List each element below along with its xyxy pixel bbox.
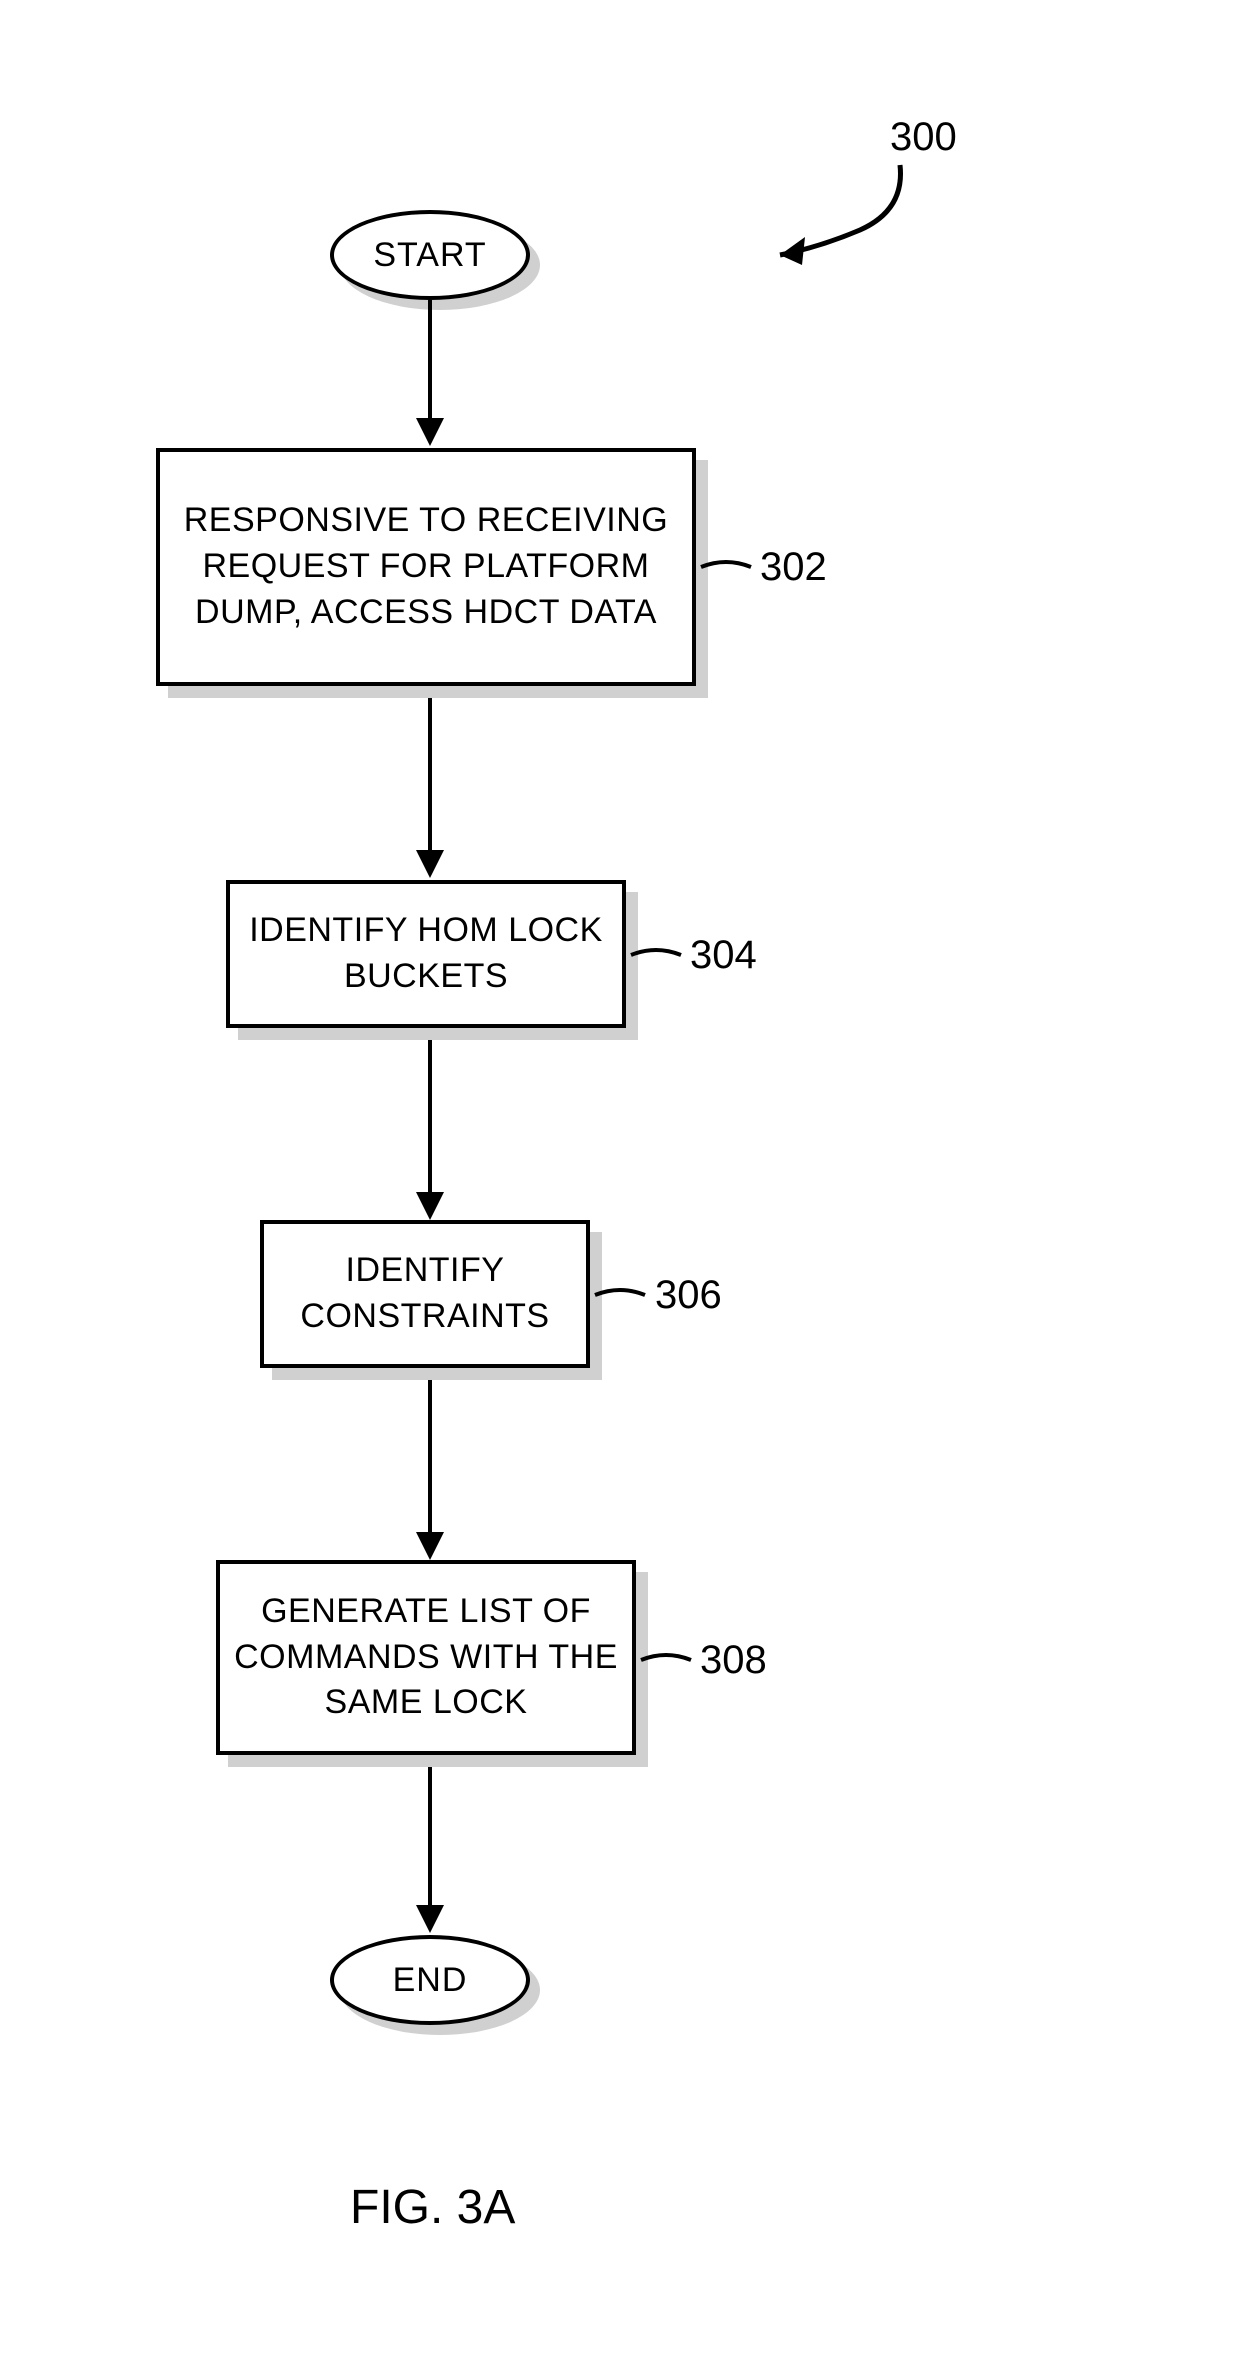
start-terminal: START <box>330 210 530 300</box>
arrow-start-302 <box>428 300 432 420</box>
box-306: IDENTIFY CONSTRAINTS <box>260 1220 590 1368</box>
leader-308 <box>636 1645 696 1675</box>
leader-304 <box>626 940 686 970</box>
arrow-304-306 <box>428 1040 432 1195</box>
arrow-308-end <box>428 1767 432 1907</box>
label-308: 308 <box>700 1638 767 1683</box>
box-302-text: RESPONSIVE TO RECEIVING REQUEST FOR PLAT… <box>172 498 680 636</box>
box-308-text: GENERATE LIST OF COMMANDS WITH THE SAME … <box>232 1589 620 1727</box>
label-304: 304 <box>690 933 757 978</box>
arrow-306-308 <box>428 1380 432 1535</box>
box-304-text: IDENTIFY HOM LOCK BUCKETS <box>242 908 610 1000</box>
end-terminal: END <box>330 1935 530 2025</box>
ref-number-300: 300 <box>890 115 957 160</box>
box-304: IDENTIFY HOM LOCK BUCKETS <box>226 880 626 1028</box>
label-306: 306 <box>655 1273 722 1318</box>
leader-302 <box>696 552 756 582</box>
figure-label: FIG. 3A <box>350 2180 515 2235</box>
arrowhead-304-306 <box>416 1192 444 1220</box>
arrowhead-start-302 <box>416 418 444 446</box>
arrowhead-308-end <box>416 1905 444 1933</box>
ref-arrow-300 <box>750 155 930 285</box>
arrowhead-302-304 <box>416 850 444 878</box>
end-text: END <box>393 1961 468 2000</box>
box-302: RESPONSIVE TO RECEIVING REQUEST FOR PLAT… <box>156 448 696 686</box>
box-308: GENERATE LIST OF COMMANDS WITH THE SAME … <box>216 1560 636 1755</box>
start-text: START <box>373 236 486 275</box>
box-306-text: IDENTIFY CONSTRAINTS <box>276 1248 574 1340</box>
arrowhead-306-308 <box>416 1532 444 1560</box>
arrow-302-304 <box>428 698 432 853</box>
leader-306 <box>590 1280 650 1310</box>
label-302: 302 <box>760 545 827 590</box>
